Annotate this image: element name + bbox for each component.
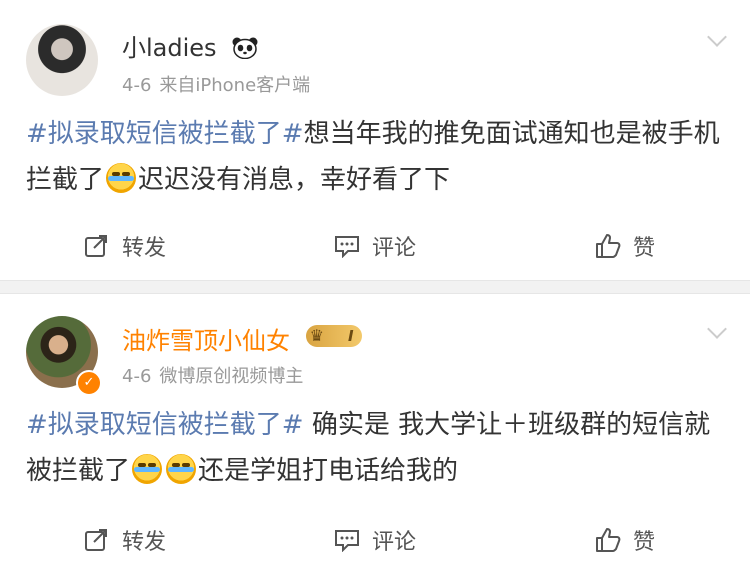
member-crown-icon: ♛ [309,326,324,345]
post-text: #拟录取短信被拦截了#想当年我的推免面试通知也是被手机拦截了 迟迟没有消息，幸好看… [26,119,720,195]
post-date: 4-6 [122,366,152,387]
chevron-down-icon[interactable] [707,319,727,339]
repost-button[interactable]: 转发 [0,226,250,266]
username[interactable]: 小ladies [122,33,258,63]
avatar[interactable] [26,24,98,96]
verified-badge-icon: ✓ [76,370,102,396]
repost-button[interactable]: 转发 [0,520,250,560]
member-badge[interactable]: ♛ I [305,325,362,347]
post-source: 来自iPhone客户端 [159,75,311,96]
comment-icon [334,236,359,258]
laugh-cry-emoji-icon [106,163,137,193]
comment-button[interactable]: 评论 [250,520,500,560]
post-meta: 4-6 来自iPhone客户端 [122,75,310,97]
hashtag-link[interactable]: #拟录取短信被拦截了# [26,410,304,440]
chevron-down-icon[interactable] [707,27,727,47]
post-card: ✓ 油炸雪顶小仙女 ♛ I 4-6 微博原创视频博主 #拟录取短信被拦截了# 确实… [0,294,750,572]
like-button[interactable]: 赞 [500,520,750,560]
comment-icon [334,530,359,552]
laugh-cry-emoji-icon [132,454,163,484]
like-button[interactable]: 赞 [500,226,750,266]
post-text: #拟录取短信被拦截了# 确实是 我大学让＋班级群的短信就被拦截了 还是学姐打电话给… [26,410,711,486]
comment-button[interactable]: 评论 [250,226,500,266]
post-divider [0,280,750,294]
like-icon [595,528,621,552]
username[interactable]: 油炸雪顶小仙女 ♛ I [122,325,362,356]
panda-emoji-icon [232,37,258,59]
post-date: 4-6 [122,75,152,96]
hashtag-link[interactable]: #拟录取短信被拦截了# [26,119,304,149]
post-meta: 4-6 微博原创视频博主 [122,366,303,388]
repost-icon [84,235,107,257]
post-source: 微博原创视频博主 [159,366,304,387]
action-bar: 转发 评论 赞 [0,520,750,560]
like-icon [595,234,621,258]
repost-icon [84,529,107,551]
action-bar: 转发 评论 赞 [0,226,750,266]
laugh-cry-emoji-icon [166,454,197,484]
post-card: 小ladies 4-6 来自iPhone客户端 #拟录取短信被拦截了#想当年我的推… [0,0,750,280]
